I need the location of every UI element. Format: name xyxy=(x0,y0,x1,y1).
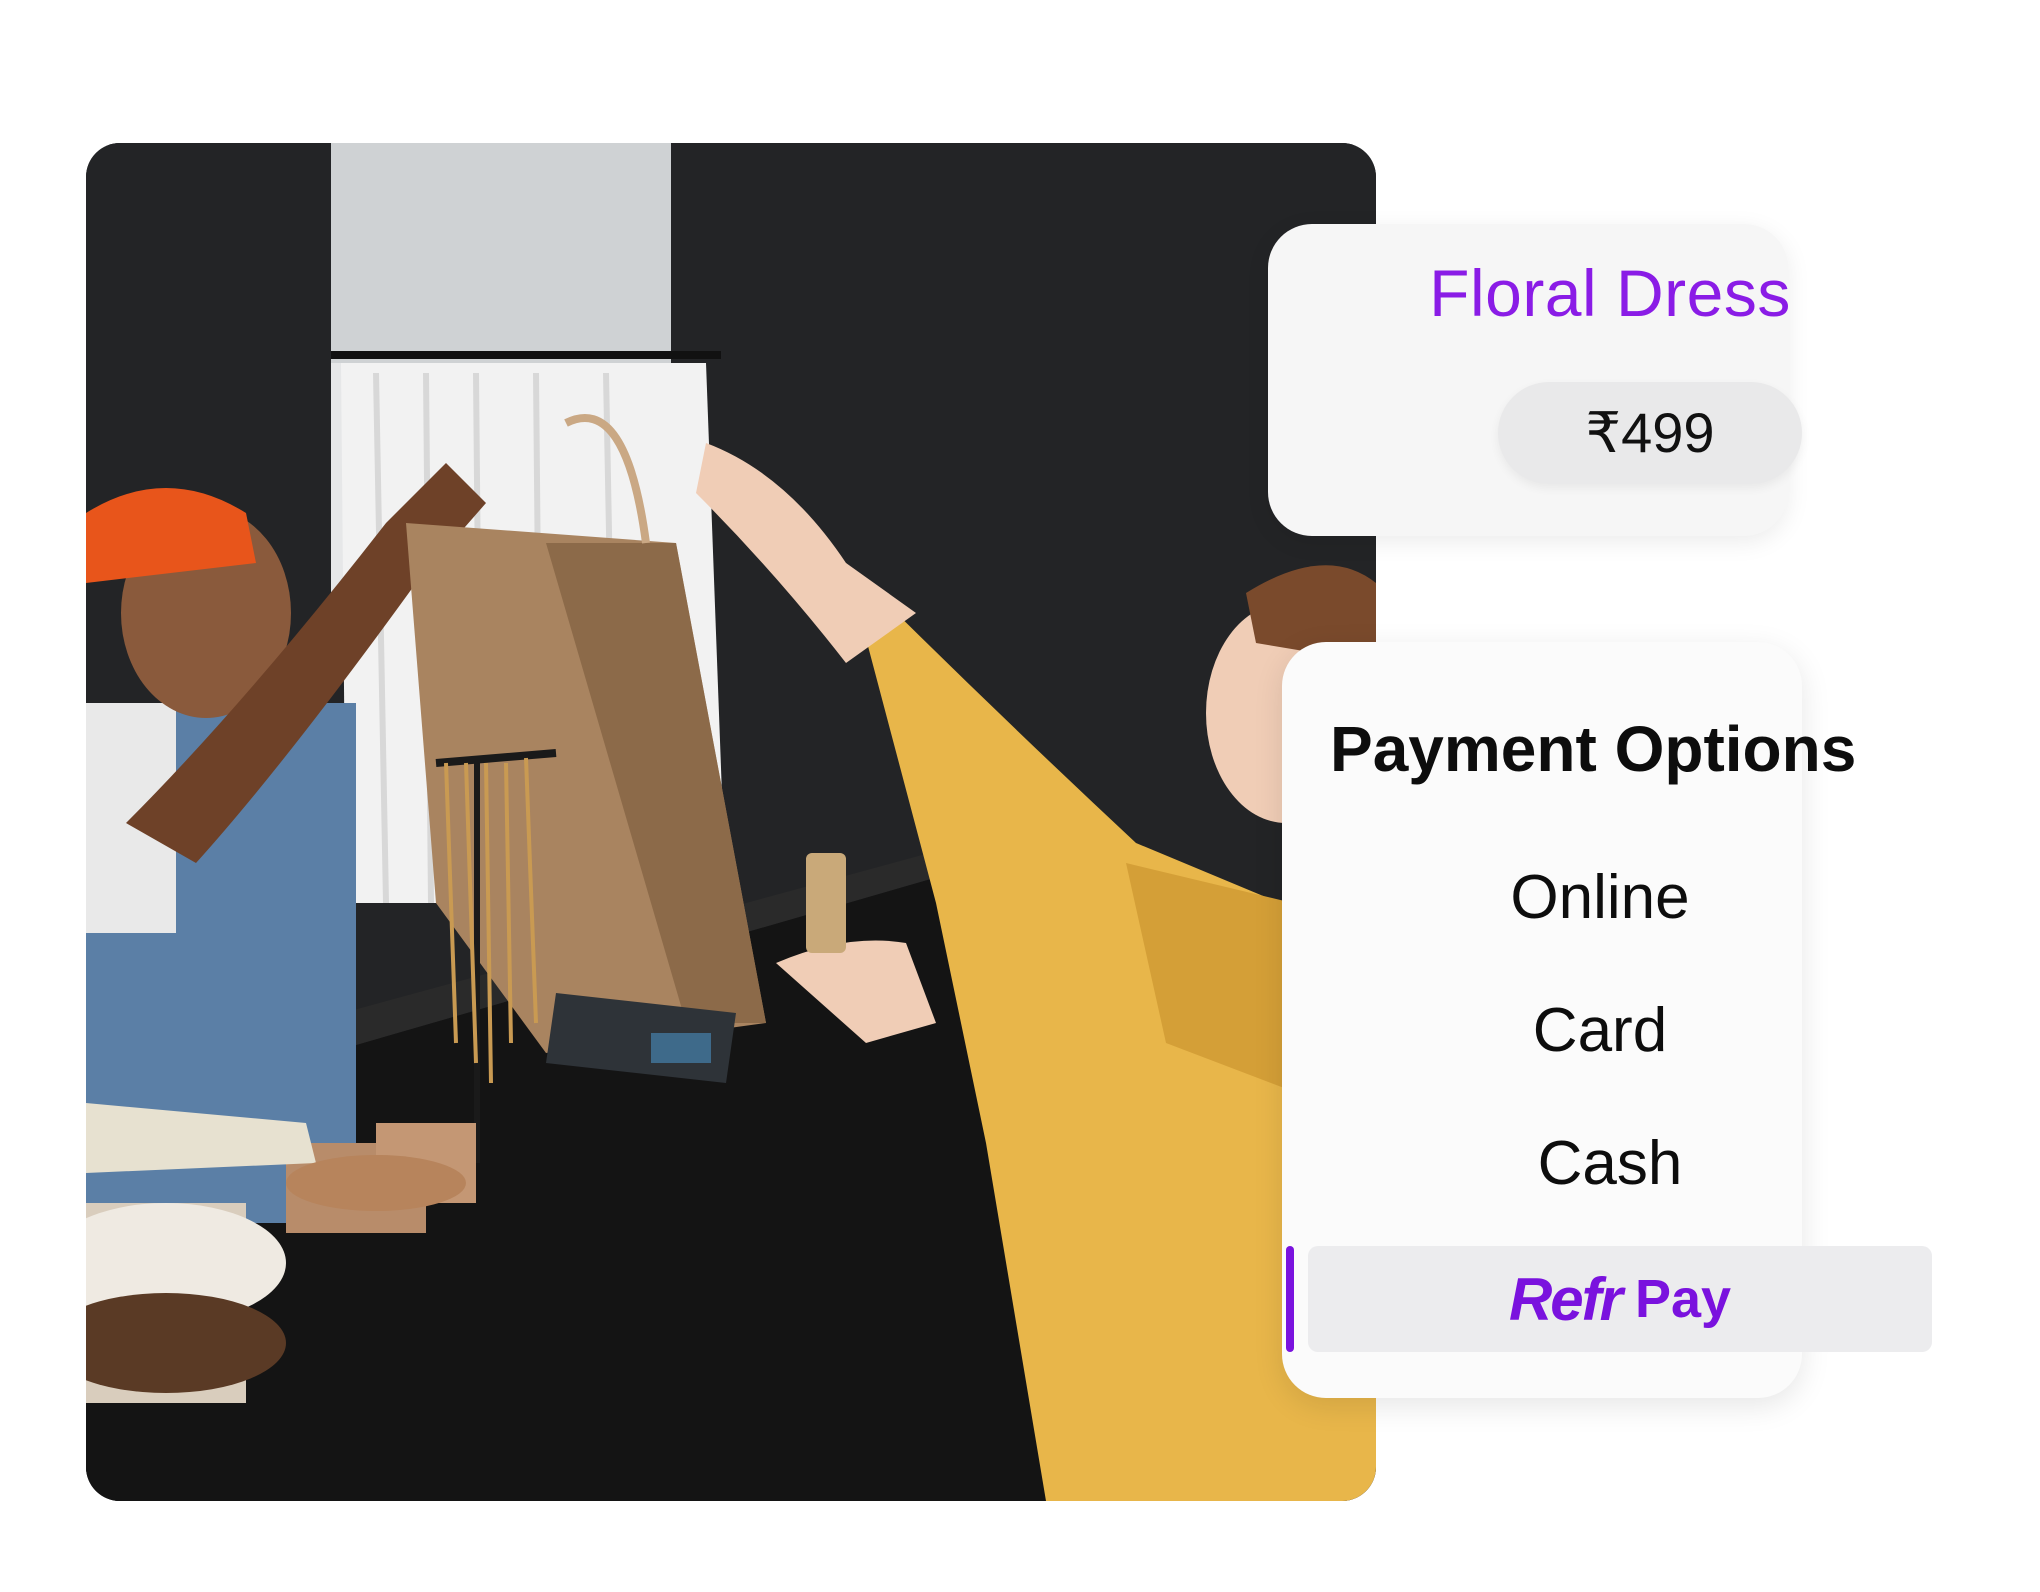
shop-scene-illustration xyxy=(86,143,1376,1501)
selected-indicator-bar xyxy=(1286,1246,1294,1352)
payment-option-refr-pay[interactable]: Refr Pay xyxy=(1308,1246,1932,1352)
payment-option-cash[interactable]: Cash xyxy=(1360,1128,1860,1199)
refr-logo-text: Refr xyxy=(1508,1265,1623,1333)
checkout-shop-photo xyxy=(86,143,1376,1501)
product-title: Floral Dress xyxy=(1429,256,1791,330)
price-badge: ₹499 xyxy=(1498,382,1802,484)
payment-options-title: Payment Options xyxy=(1330,713,1857,785)
payment-option-card[interactable]: Card xyxy=(1350,995,1850,1066)
pay-logo-text: Pay xyxy=(1634,1269,1732,1329)
payment-option-online[interactable]: Online xyxy=(1350,862,1850,933)
